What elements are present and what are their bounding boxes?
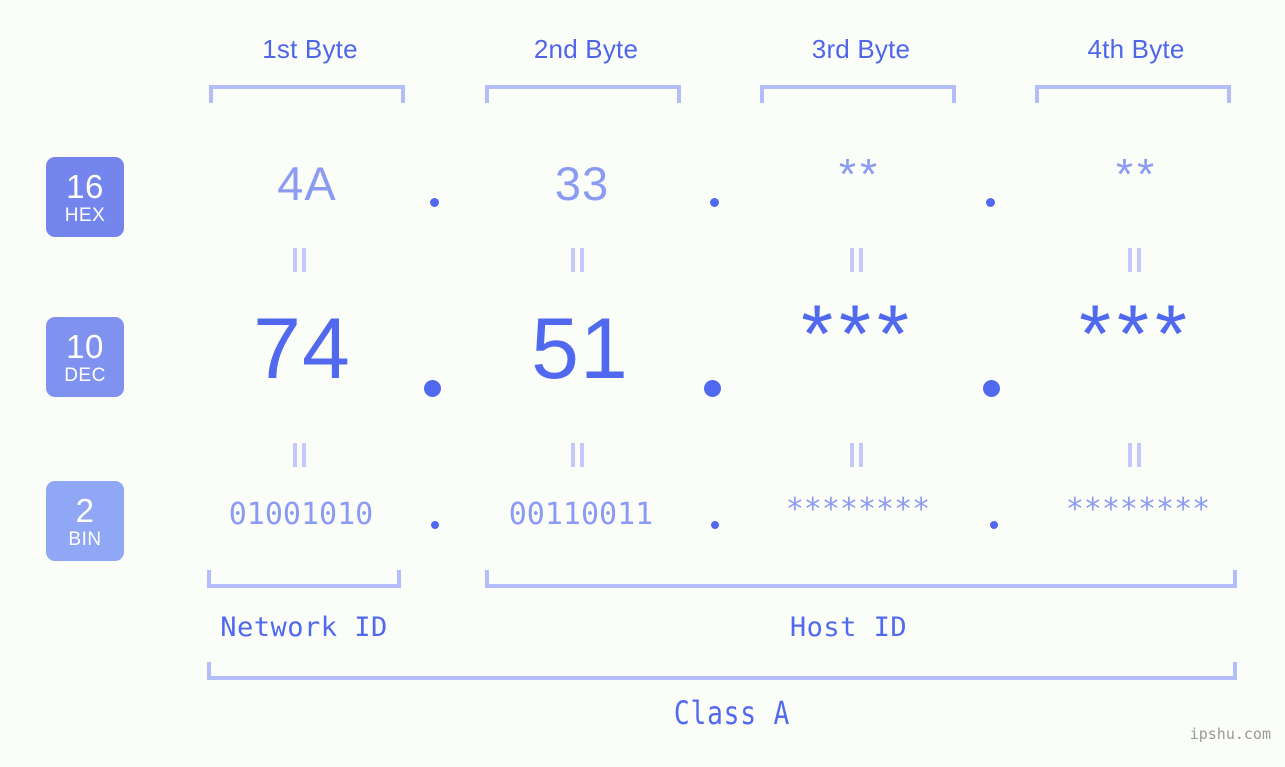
byte-header-3: 3rd Byte [811, 34, 911, 64]
equals-separator-dec-bin-4 [1128, 443, 1142, 467]
hex-dot-2 [710, 198, 719, 207]
byte-header-4: 4th Byte [1087, 34, 1185, 64]
equals-separator-dec-bin-1 [293, 443, 307, 467]
radix-badge-bin-number: 2 [75, 491, 95, 529]
equals-separator-hex-dec-2 [571, 248, 585, 272]
equals-separator-dec-bin-2 [571, 443, 585, 467]
byte-header-1: 1st Byte [262, 34, 358, 64]
radix-badge-hex-name: HEX [64, 204, 106, 226]
dec-byte-1: 74 [253, 301, 351, 397]
hex-byte-1: 4A [277, 157, 337, 210]
hex-dot-3 [986, 198, 995, 207]
equals-separator-hex-dec-1 [293, 248, 307, 272]
byte-bracket-top-3 [760, 85, 956, 103]
dec-dot-2 [704, 380, 721, 397]
radix-badge-dec-number: 10 [66, 327, 104, 365]
ip-address-breakdown-diagram: 1st Byte 2nd Byte 3rd Byte 4th Byte 16 H… [0, 0, 1285, 767]
bin-byte-2: 00110011 [508, 497, 654, 532]
radix-badge-hex-number: 16 [66, 167, 104, 205]
radix-badge-hex: 16 HEX [46, 157, 124, 237]
bin-byte-3: ******** [785, 492, 931, 527]
host-id-bracket [485, 570, 1237, 588]
network-id-label: Network ID [220, 612, 388, 643]
radix-badge-bin: 2 BIN [46, 481, 124, 561]
dec-dot-3 [983, 380, 1000, 397]
network-id-bracket [207, 570, 401, 588]
dec-dot-1 [424, 380, 441, 397]
equals-separator-hex-dec-3 [850, 248, 864, 272]
byte-bracket-top-2 [485, 85, 681, 103]
class-bracket [207, 662, 1237, 680]
bin-dot-1 [431, 521, 439, 529]
radix-badge-dec-name: DEC [64, 364, 106, 386]
byte-header-2: 2nd Byte [533, 34, 639, 64]
bin-byte-1: 01001010 [228, 497, 374, 532]
bin-byte-4: ******** [1065, 492, 1211, 527]
bin-dot-3 [990, 521, 998, 529]
host-id-label: Host ID [789, 612, 908, 643]
dec-byte-3: *** [801, 289, 915, 380]
radix-badge-dec: 10 DEC [46, 317, 124, 397]
hex-dot-1 [430, 198, 439, 207]
radix-badge-bin-name: BIN [68, 528, 102, 550]
equals-separator-dec-bin-3 [850, 443, 864, 467]
byte-bracket-top-4 [1035, 85, 1231, 103]
hex-byte-2: 33 [554, 157, 610, 210]
site-watermark: ipshu.com [1189, 725, 1271, 743]
dec-byte-4: *** [1079, 289, 1193, 380]
dec-byte-2: 51 [531, 301, 629, 397]
class-label: Class A [673, 694, 791, 732]
bin-dot-2 [711, 521, 719, 529]
byte-bracket-top-1 [209, 85, 405, 103]
equals-separator-hex-dec-4 [1128, 248, 1142, 272]
hex-byte-4: ** [1115, 150, 1159, 199]
hex-byte-3: ** [838, 150, 882, 199]
